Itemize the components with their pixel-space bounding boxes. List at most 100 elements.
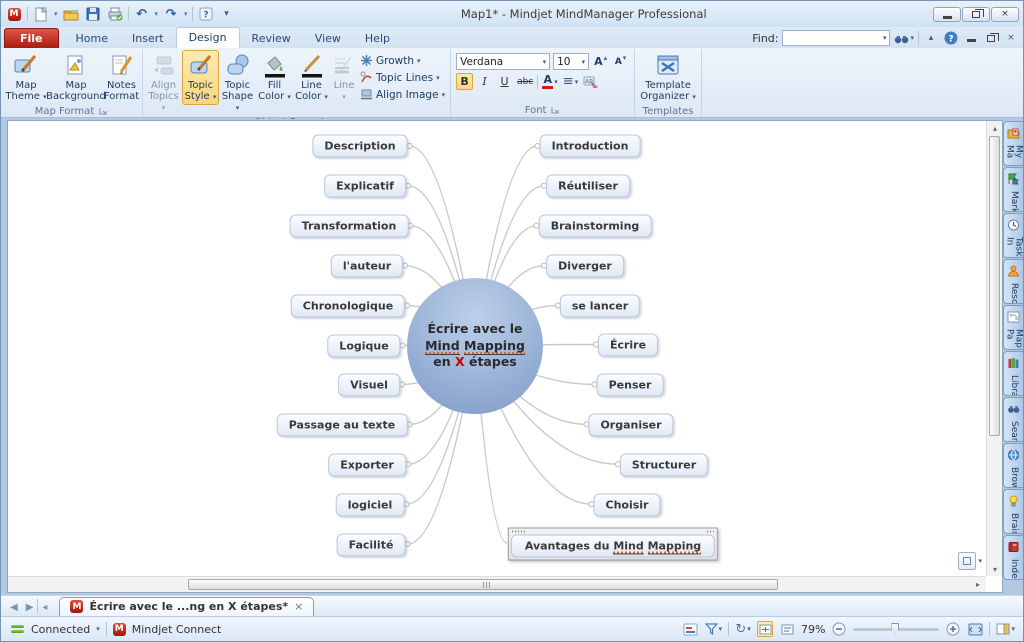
find-binoculars-icon[interactable]: ▾: [894, 30, 914, 46]
fit-map-view-icon[interactable]: [757, 621, 773, 637]
notes-format-button[interactable]: Notes Format: [103, 50, 140, 105]
topic-écrire[interactable]: Écrire: [598, 334, 658, 357]
scroll-down-icon[interactable]: ▾: [987, 562, 1003, 576]
shrink-font-button[interactable]: A▾: [612, 53, 629, 70]
grow-font-button[interactable]: A▴: [592, 53, 609, 70]
align-image-button[interactable]: Align Image ▾: [360, 87, 445, 102]
connected-caret-icon[interactable]: ▾: [96, 625, 100, 633]
text-align-button[interactable]: ≡▾: [562, 73, 579, 90]
zoom-slider-thumb[interactable]: [891, 623, 899, 635]
horizontal-scroll-thumb[interactable]: [188, 579, 778, 590]
open-icon[interactable]: [62, 5, 80, 23]
close-button[interactable]: ×: [991, 7, 1019, 22]
tab-home[interactable]: Home: [64, 29, 120, 48]
topic-description[interactable]: Description: [312, 135, 407, 158]
fit-map-corner-caret-icon[interactable]: ▾: [978, 557, 982, 565]
topic-avantages-du-mind-mapping[interactable]: Avantages du Mind Mapping: [511, 535, 715, 558]
line-color-button[interactable]: Line Color ▾: [293, 50, 330, 105]
filter-icon[interactable]: ▾: [705, 621, 723, 637]
fit-selection-icon[interactable]: [779, 621, 795, 637]
dock-tab-index[interactable]: Index: [1003, 535, 1023, 580]
topic-exporter[interactable]: Exporter: [328, 454, 406, 477]
tab-view[interactable]: View: [303, 29, 353, 48]
redo-icon[interactable]: ↷: [162, 5, 180, 23]
selected-topic-frame[interactable]: Avantages du Mind Mapping: [508, 528, 718, 561]
tab-help[interactable]: Help: [353, 29, 402, 48]
map-background-button[interactable]: Map Background: [49, 50, 103, 105]
restore-button[interactable]: [962, 7, 990, 22]
topic-shape-button[interactable]: Topic Shape ▾: [219, 50, 256, 117]
topic-passage-au-texte[interactable]: Passage au texte: [277, 414, 408, 437]
font-size-select[interactable]: 10▾: [553, 53, 589, 70]
panel-toggle-icon[interactable]: ▾: [996, 621, 1015, 637]
zoom-slider[interactable]: [853, 628, 939, 631]
dock-tab-marker[interactable]: Marker: [1003, 167, 1023, 212]
topic-brainstorming[interactable]: Brainstorming: [539, 215, 652, 238]
topic-diverger[interactable]: Diverger: [546, 255, 624, 278]
tab-review[interactable]: Review: [240, 29, 303, 48]
central-topic[interactable]: Écrire avec le Mind Mapping en X étapes: [407, 278, 543, 414]
doc-close-icon[interactable]: ×: [1003, 30, 1019, 46]
undo-icon[interactable]: ↶: [133, 5, 151, 23]
topic-l-auteur[interactable]: l'auteur: [331, 255, 403, 278]
font-color-button[interactable]: A▾: [541, 73, 559, 90]
clear-formatting-button[interactable]: AB: [582, 73, 599, 90]
save-icon[interactable]: [84, 5, 102, 23]
growth-button[interactable]: Growth ▾: [360, 53, 445, 68]
scroll-up-icon[interactable]: ▴: [987, 121, 1003, 135]
print-icon[interactable]: [106, 5, 124, 23]
doc-restore-icon[interactable]: [983, 30, 999, 46]
topic-logiciel[interactable]: logiciel: [336, 494, 405, 517]
vertical-scrollbar[interactable]: ▴ ▾: [986, 121, 1002, 576]
topic-se-lancer[interactable]: se lancer: [560, 295, 640, 318]
mindjet-connect-label[interactable]: Mindjet Connect: [132, 623, 222, 636]
topic-chronologique[interactable]: Chronologique: [291, 295, 405, 318]
fit-window-icon[interactable]: [967, 621, 983, 637]
tab-file[interactable]: File: [4, 28, 59, 48]
find-input[interactable]: ▾: [782, 30, 890, 46]
map-format-dialog-launcher-icon[interactable]: [99, 107, 108, 116]
map-theme-button[interactable]: Map Theme ▾: [3, 50, 49, 105]
dock-tab-library[interactable]: Library: [1003, 351, 1023, 396]
topic-structurer[interactable]: Structurer: [620, 454, 708, 477]
topic-lines-button[interactable]: Topic Lines ▾: [360, 70, 445, 85]
map-canvas[interactable]: Description Explicatif Transformation l'aut…: [7, 120, 1003, 593]
dock-tab-browse[interactable]: Browse: [1003, 443, 1023, 488]
tab-design[interactable]: Design: [176, 27, 240, 48]
horizontal-scrollbar[interactable]: ▸: [8, 576, 986, 592]
document-tab[interactable]: M Écrire avec le ...ng en X étapes* ×: [59, 597, 314, 616]
zoom-in-icon[interactable]: [945, 621, 961, 637]
customize-qat-icon[interactable]: ▾: [219, 6, 235, 22]
redo-caret-icon[interactable]: ▾: [184, 10, 188, 18]
help-round-icon[interactable]: ?: [943, 30, 959, 46]
strikethrough-button[interactable]: abc: [516, 73, 534, 90]
document-tab-close-icon[interactable]: ×: [294, 600, 303, 613]
topic-transformation[interactable]: Transformation: [290, 215, 409, 238]
fit-map-corner-button[interactable]: [958, 552, 976, 570]
topic-logique[interactable]: Logique: [327, 335, 400, 358]
italic-button[interactable]: I: [476, 73, 493, 90]
font-family-select[interactable]: Verdana▾: [456, 53, 550, 70]
font-dialog-launcher-icon[interactable]: [551, 106, 560, 115]
dock-tab-brainstorm[interactable]: Brainst: [1003, 489, 1023, 534]
refresh-icon[interactable]: ↻▾: [735, 621, 751, 637]
topic-visuel[interactable]: Visuel: [338, 374, 400, 397]
underline-button[interactable]: U: [496, 73, 513, 90]
template-organizer-button[interactable]: Template Organizer ▾: [637, 50, 699, 105]
topic-penser[interactable]: Penser: [597, 374, 664, 397]
dock-tab-my-maps[interactable]: My Ma: [1003, 121, 1023, 166]
dock-tab-map-parts[interactable]: Map Pa: [1003, 305, 1023, 350]
dock-tab-task-info[interactable]: Task In: [1003, 213, 1023, 258]
topic-introduction[interactable]: Introduction: [540, 135, 641, 158]
topic-organiser[interactable]: Organiser: [588, 414, 673, 437]
collapse-ribbon-icon[interactable]: ▴: [923, 30, 939, 46]
topic-explicatif[interactable]: Explicatif: [324, 175, 406, 198]
new-document-icon[interactable]: [32, 5, 50, 23]
topic-style-button[interactable]: Topic Style ▾: [182, 50, 219, 105]
topic-réutiliser[interactable]: Réutiliser: [546, 175, 630, 198]
scroll-right-icon[interactable]: ▸: [970, 577, 986, 591]
topic-choisir[interactable]: Choisir: [594, 494, 661, 517]
doc-minimize-icon[interactable]: [963, 30, 979, 46]
fill-color-button[interactable]: Fill Color ▾: [256, 50, 293, 105]
app-logo-icon[interactable]: M: [5, 5, 23, 23]
